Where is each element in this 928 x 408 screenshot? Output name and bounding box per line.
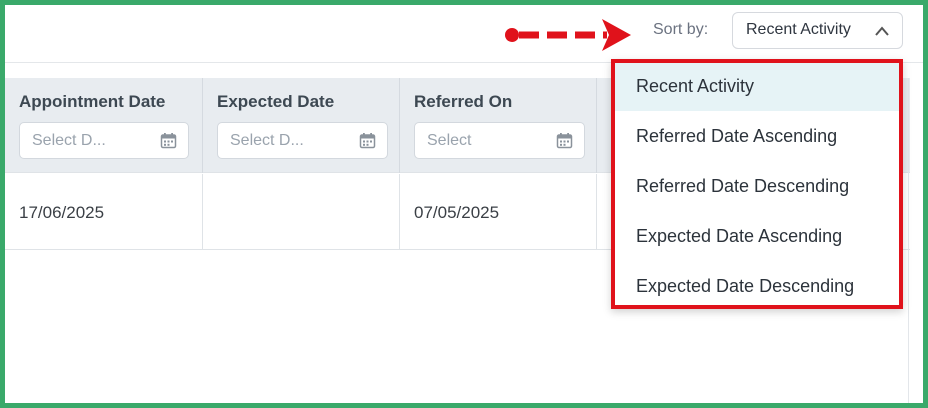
- referred-on-filter-input[interactable]: Select: [414, 122, 585, 159]
- screenshot-frame: Sort by: Recent Activity Appointment Dat…: [0, 0, 928, 408]
- sort-option-referred-date-descending[interactable]: Referred Date Descending: [615, 163, 899, 211]
- sort-option-expected-date-descending[interactable]: Expected Date Descending: [615, 263, 899, 311]
- filter-placeholder: Select D...: [230, 132, 304, 149]
- column-header-label: Appointment Date: [19, 92, 166, 111]
- cell-expected-date: [203, 174, 400, 250]
- column-referred-on: Referred On Select: [400, 78, 597, 173]
- cell-referred-on: 07/05/2025: [400, 174, 597, 250]
- filter-placeholder: Select D...: [32, 132, 106, 149]
- column-header-label: Expected Date: [217, 92, 335, 111]
- sort-by-label: Sort by:: [653, 21, 709, 38]
- expected-date-filter-input[interactable]: Select D...: [217, 122, 388, 159]
- sort-select-value: Recent Activity: [746, 21, 851, 38]
- annotation-arrow-icon: [505, 19, 631, 51]
- column-expected-date: Expected Date Select D...: [203, 78, 400, 173]
- sort-option-recent-activity[interactable]: Recent Activity: [615, 63, 899, 111]
- column-appointment-date: Appointment Date Select D...: [5, 78, 203, 173]
- calendar-icon[interactable]: [160, 132, 177, 149]
- sort-dropdown-menu: Recent Activity Referred Date Ascending …: [611, 59, 903, 309]
- cell-appointment-date: 17/06/2025: [5, 174, 203, 250]
- appointment-date-filter-input[interactable]: Select D...: [19, 122, 189, 159]
- sort-select[interactable]: Recent Activity: [732, 12, 903, 49]
- table-right-border: [908, 78, 909, 403]
- filter-placeholder: Select: [427, 132, 472, 149]
- chevron-up-icon: [875, 26, 889, 36]
- sort-option-expected-date-ascending[interactable]: Expected Date Ascending: [615, 213, 899, 261]
- column-header-label: Referred On: [414, 92, 513, 111]
- calendar-icon[interactable]: [556, 132, 573, 149]
- sort-option-referred-date-ascending[interactable]: Referred Date Ascending: [615, 113, 899, 161]
- calendar-icon[interactable]: [359, 132, 376, 149]
- toolbar: Sort by: Recent Activity: [5, 5, 923, 63]
